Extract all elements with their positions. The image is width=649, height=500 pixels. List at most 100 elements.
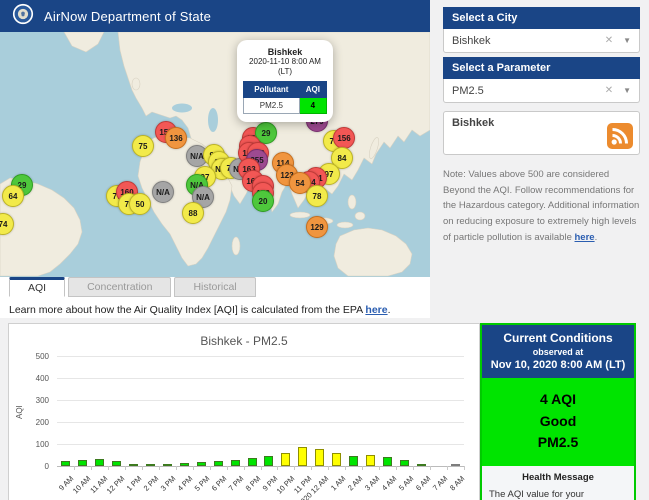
aqi-map-marker[interactable]: 129 xyxy=(306,216,328,238)
chart-y-tick-label: 100 xyxy=(9,440,49,449)
chart-bar[interactable] xyxy=(129,464,138,466)
chart-x-tick xyxy=(379,466,380,470)
aqi-map-marker[interactable]: 156 xyxy=(333,127,355,149)
cc-health-message: Health Message The AQI value for your co… xyxy=(482,466,634,500)
rss-feed-city-label: Bishkek xyxy=(452,117,631,129)
chart-bar[interactable] xyxy=(146,464,155,466)
chart-x-tick xyxy=(193,466,194,470)
chart-gridline xyxy=(57,356,464,357)
chart-bar[interactable] xyxy=(163,464,172,466)
aqi-map-marker[interactable]: 64 xyxy=(2,185,24,207)
chart-bar[interactable] xyxy=(78,460,87,466)
chart-x-tick xyxy=(210,466,211,470)
aqi-map-marker[interactable]: 136 xyxy=(165,127,187,149)
tab-strip: AQIConcentrationHistorical Learn more ab… xyxy=(0,277,430,318)
chart-bar[interactable] xyxy=(61,461,70,467)
chart-x-tick xyxy=(244,466,245,470)
aqi-note: Note: Values above 500 are considered Be… xyxy=(443,167,643,245)
popup-city: Bishkek xyxy=(243,47,327,57)
aqi-map-marker[interactable]: 20 xyxy=(252,190,274,212)
chart-x-tick xyxy=(345,466,346,470)
city-caret-icon[interactable]: ▼ xyxy=(623,36,631,45)
world-map[interactable]: 29647477160715075155136N/A9299N/A77N/A97… xyxy=(0,32,430,277)
cc-datetime: Nov 10, 2020 8:00 AM (LT) xyxy=(486,359,630,371)
chart-x-tick-label: 1 AM xyxy=(329,474,347,492)
aqi-map-marker[interactable]: 88 xyxy=(182,202,204,224)
chart-bar[interactable] xyxy=(214,461,223,466)
learn-more-before: Learn more about how the Air Quality Ind… xyxy=(9,304,365,316)
cc-subtitle: observed at xyxy=(486,347,630,357)
city-select[interactable]: Bishkek ✕ ▼ xyxy=(443,29,640,53)
chart-bar[interactable] xyxy=(281,453,290,466)
popup-datetime: 2020-11-10 8:00 AM xyxy=(243,57,327,67)
chart-bar[interactable] xyxy=(383,457,392,466)
current-conditions-header: Current Conditions observed at Nov 10, 2… xyxy=(482,325,634,378)
parameter-caret-icon[interactable]: ▼ xyxy=(623,86,631,95)
rss-feed-panel: Bishkek xyxy=(443,111,640,155)
aqi-map-marker[interactable]: 50 xyxy=(129,193,151,215)
chart-x-tick-label: 1 PM xyxy=(125,474,144,493)
chart-bar[interactable] xyxy=(180,463,189,466)
chart-bar[interactable] xyxy=(349,456,358,466)
tab-aqi[interactable]: AQI xyxy=(9,277,65,297)
chart-x-tick xyxy=(142,466,143,470)
cc-aqi-block: 4 AQI Good PM2.5 xyxy=(482,378,634,466)
chart-bar[interactable] xyxy=(298,447,307,466)
chart-x-tick-label: 8 AM xyxy=(447,474,465,492)
tab-bar: AQIConcentrationHistorical xyxy=(9,277,256,297)
popup-timezone: (LT) xyxy=(243,67,327,77)
chart-bar[interactable] xyxy=(366,455,375,466)
chart-bar[interactable] xyxy=(95,459,104,466)
note-here-link[interactable]: here xyxy=(575,232,595,243)
chart-gridline xyxy=(57,444,464,445)
cc-health-text: The AQI value for your community is betw… xyxy=(489,487,627,500)
epa-here-link[interactable]: here xyxy=(365,304,387,316)
popup-aqi-value: 4 xyxy=(299,98,326,114)
chart-bar[interactable] xyxy=(264,456,273,466)
chart-bar[interactable] xyxy=(197,462,206,466)
chart-x-tick-label: 7 PM xyxy=(227,474,246,493)
chart-x-tick xyxy=(362,466,363,470)
aqi-map-marker[interactable]: N/A xyxy=(152,181,174,203)
city-select-value: Bishkek xyxy=(452,35,605,47)
chart-x-tick-label: 12 PM xyxy=(105,474,127,496)
chart-x-tick-label: 10 PM xyxy=(275,474,297,496)
chart-bar[interactable] xyxy=(451,464,460,466)
chart-bar[interactable] xyxy=(231,460,240,466)
chart-x-tick-label: 6 AM xyxy=(414,474,432,492)
chart-x-tick xyxy=(294,466,295,470)
chart-x-tick-label: 5 AM xyxy=(397,474,415,492)
chart-bar[interactable] xyxy=(248,458,257,466)
chart-x-tick xyxy=(447,466,448,470)
cc-title: Current Conditions xyxy=(486,331,630,345)
sidebar: Select a City Bishkek ✕ ▼ Select a Param… xyxy=(430,0,649,318)
tab-concentration[interactable]: Concentration xyxy=(68,277,171,297)
rss-icon[interactable] xyxy=(607,123,633,149)
chart-bar[interactable] xyxy=(112,461,121,467)
chart-bar[interactable] xyxy=(332,453,341,466)
aqi-chart: Bishkek - PM2.5 AQI 01002003004005009 AM… xyxy=(8,323,480,500)
parameter-select[interactable]: PM2.5 ✕ ▼ xyxy=(443,79,640,103)
parameter-clear-icon[interactable]: ✕ xyxy=(605,85,613,96)
chart-bar[interactable] xyxy=(417,464,426,466)
chart-gridline xyxy=(57,400,464,401)
chart-x-tick-label: 8 PM xyxy=(244,474,263,493)
chart-x-tick-label: 3 PM xyxy=(159,474,178,493)
chart-y-tick-label: 200 xyxy=(9,418,49,427)
chart-bar[interactable] xyxy=(315,449,324,466)
aqi-map-marker[interactable]: 78 xyxy=(306,185,328,207)
aqi-map-marker[interactable]: 75 xyxy=(132,135,154,157)
popup-col-pollutant: Pollutant xyxy=(244,82,300,98)
learn-more-text: Learn more about how the Air Quality Ind… xyxy=(9,304,391,316)
select-city-header: Select a City xyxy=(443,7,640,29)
city-clear-icon[interactable]: ✕ xyxy=(605,35,613,46)
cc-aqi-category: Good xyxy=(482,411,634,433)
tab-historical[interactable]: Historical xyxy=(174,277,255,297)
select-parameter-header: Select a Parameter xyxy=(443,57,640,79)
chart-x-tick-label: 6 PM xyxy=(210,474,229,493)
chart-bar[interactable] xyxy=(400,460,409,466)
chart-x-tick xyxy=(227,466,228,470)
chart-x-tick xyxy=(277,466,278,470)
chart-x-tick xyxy=(74,466,75,470)
popup-table: Pollutant AQI PM2.5 4 xyxy=(243,81,327,114)
